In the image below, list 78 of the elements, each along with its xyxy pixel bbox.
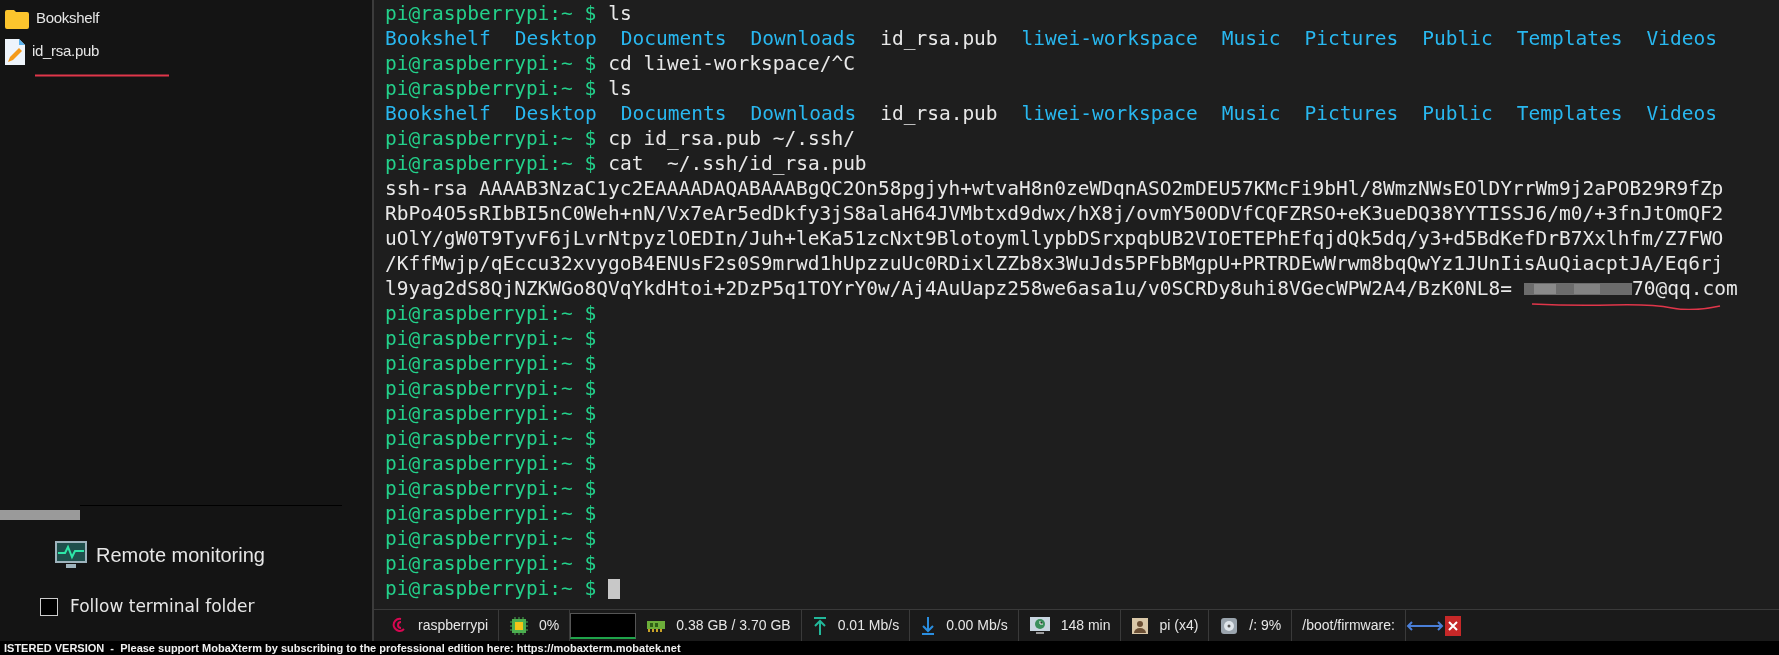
directory-name: Music bbox=[1221, 26, 1281, 51]
status-text: 148 min bbox=[1060, 616, 1111, 635]
shell-prompt: pi@raspberrypi:~ $ bbox=[385, 351, 597, 376]
status-text: 0.38 GB / 3.70 GB bbox=[676, 616, 791, 635]
shell-prompt: pi@raspberrypi:~ $ bbox=[385, 476, 597, 501]
directory-name: Downloads bbox=[750, 26, 857, 51]
status-text: 0.01 Mb/s bbox=[837, 616, 900, 635]
status-text: raspberrypi bbox=[418, 616, 489, 635]
directory-name: Videos bbox=[1646, 26, 1717, 51]
shell-prompt: pi@raspberrypi:~ $ bbox=[385, 151, 597, 176]
shell-prompt: pi@raspberrypi:~ $ bbox=[385, 301, 597, 326]
directory-name: Templates bbox=[1516, 26, 1623, 51]
shell-prompt: pi@raspberrypi:~ $ bbox=[385, 426, 597, 451]
upload-arrow-icon bbox=[811, 615, 828, 636]
shell-prompt: pi@raspberrypi:~ $ bbox=[385, 576, 597, 601]
command-text: cp id_rsa.pub ~/.ssh/ bbox=[608, 126, 855, 151]
status-text: /: 9% bbox=[1249, 616, 1282, 635]
shell-prompt: pi@raspberrypi:~ $ bbox=[385, 326, 597, 351]
directory-name: Public bbox=[1422, 101, 1493, 126]
command-text: cd liwei-workspace/^C bbox=[608, 51, 855, 76]
shell-prompt: pi@raspberrypi:~ $ bbox=[385, 1, 597, 26]
cpu-graph bbox=[570, 612, 637, 639]
command-text: cat ~/.ssh/id_rsa.pub bbox=[608, 151, 867, 176]
file-name: id_rsa.pub bbox=[880, 26, 998, 51]
download-arrow-icon bbox=[920, 615, 937, 636]
command-text: ls bbox=[608, 76, 632, 101]
directory-name: Bookshelf bbox=[385, 101, 491, 126]
directory-name: Documents bbox=[620, 26, 727, 51]
chip-icon bbox=[509, 615, 530, 636]
file-list-item[interactable]: Bookshelf bbox=[0, 2, 372, 35]
key-text: RbPo4O5sRIbBI5nC0Weh+nN/Vx7eAr5edDkfy3jS8alaH64JVMbtxd9dwx/hX8j/ovmY50ODVfCQFZRSO+eK3ueDQ38YYTISSJ6/m0/+3fnJtOmQF2 bbox=[385, 201, 1724, 226]
directory-name: Documents bbox=[620, 101, 727, 126]
directory-name: liwei-workspace bbox=[1021, 26, 1198, 51]
directory-name: liwei-workspace bbox=[1021, 101, 1198, 126]
user-icon bbox=[1131, 616, 1150, 635]
directory-name: Pictures bbox=[1304, 101, 1399, 126]
directory-name: Templates bbox=[1516, 101, 1623, 126]
email-text: 70@qq.com bbox=[1632, 276, 1738, 301]
folder-icon bbox=[4, 7, 30, 30]
shell-prompt: pi@raspberrypi:~ $ bbox=[385, 76, 597, 101]
shell-prompt: pi@raspberrypi:~ $ bbox=[385, 551, 597, 576]
status-text: pi (x4) bbox=[1159, 616, 1199, 635]
file-name: id_rsa.pub bbox=[880, 101, 998, 126]
directory-name: Videos bbox=[1646, 101, 1717, 126]
remote-monitoring-button[interactable]: Remote monitoring bbox=[54, 540, 265, 570]
directory-name: Music bbox=[1221, 101, 1281, 126]
key-text: l9yag2dS8QjNZKWGo8QVqYkdHtoi+2DzP5q1TOYrY0w/Aj4AuUapz258we6asa1u/v0SCRDy8uhi8VGecWPW2A4/BzK0NL8= bbox=[385, 276, 1513, 301]
command-text: ls bbox=[608, 1, 632, 26]
shell-prompt: pi@raspberrypi:~ $ bbox=[385, 501, 597, 526]
key-text: ssh-rsa AAAAB3NzaC1yc2EAAAADAQABAAABgQC2On58pgjyh+wtvaH8n0zeWDqnASO2mDEU57KMcFi9bHl/8WmzNWsEOlDYrrWm9j2aPOB29R9fZp bbox=[385, 176, 1724, 201]
swirl-logo-icon bbox=[392, 616, 408, 635]
scrollbar-thumb[interactable] bbox=[0, 510, 80, 520]
key-text: uOlY/gW0T9TyvF6jLvrNtpyzlOEDIn/Juh+leKa51zcNxt9BlotoymllypbDSrxpqbUB2VIOETEPhEfqjdQk5dq/y3+d5BdKefDrB7Xxlhfm/Z7FWO bbox=[385, 226, 1724, 251]
shell-prompt: pi@raspberrypi:~ $ bbox=[385, 51, 597, 76]
directory-name: Desktop bbox=[514, 101, 597, 126]
status-text: /boot/firmware: bbox=[1302, 616, 1395, 635]
memory-icon bbox=[646, 618, 667, 633]
close-icon[interactable] bbox=[1443, 614, 1462, 637]
shell-prompt: pi@raspberrypi:~ $ bbox=[385, 376, 597, 401]
directory-name: Desktop bbox=[514, 26, 597, 51]
file-edit-icon bbox=[4, 37, 26, 66]
follow-terminal-checkbox[interactable]: Follow terminal folder bbox=[40, 594, 255, 620]
monitor-pulse-icon bbox=[54, 540, 88, 570]
shell-prompt: pi@raspberrypi:~ $ bbox=[385, 526, 597, 551]
key-text: /KffMwjp/qEccu32xvygoB4ENUsF2s0S9mrwd1hUpzzuUc0RDixlZZb8x3WuJds5PFbBMgpU+PRTRDEwWrwm8bqQwYz1JUnIisAuQiacptJA/Eq6rj bbox=[385, 251, 1724, 276]
file-list-item[interactable]: id_rsa.pub bbox=[0, 35, 372, 68]
monitor-clock-icon bbox=[1028, 615, 1051, 636]
shell-prompt: pi@raspberrypi:~ $ bbox=[385, 126, 597, 151]
registration-notice-text: ISTERED VERSION - Please support MobaXterm by subscribing to the professional edition here: https://mobaxterm.mobatek.net bbox=[4, 642, 681, 654]
left-right-arrows-icon[interactable] bbox=[1405, 618, 1444, 633]
directory-name: Public bbox=[1422, 26, 1493, 51]
status-text: 0.00 Mb/s bbox=[946, 616, 1008, 635]
shell-prompt: pi@raspberrypi:~ $ bbox=[385, 451, 597, 476]
directory-name: Downloads bbox=[750, 101, 857, 126]
status-text: 0% bbox=[539, 616, 560, 635]
directory-name: Pictures bbox=[1304, 26, 1399, 51]
shell-prompt: pi@raspberrypi:~ $ bbox=[385, 401, 597, 426]
directory-name: Bookshelf bbox=[385, 26, 491, 51]
